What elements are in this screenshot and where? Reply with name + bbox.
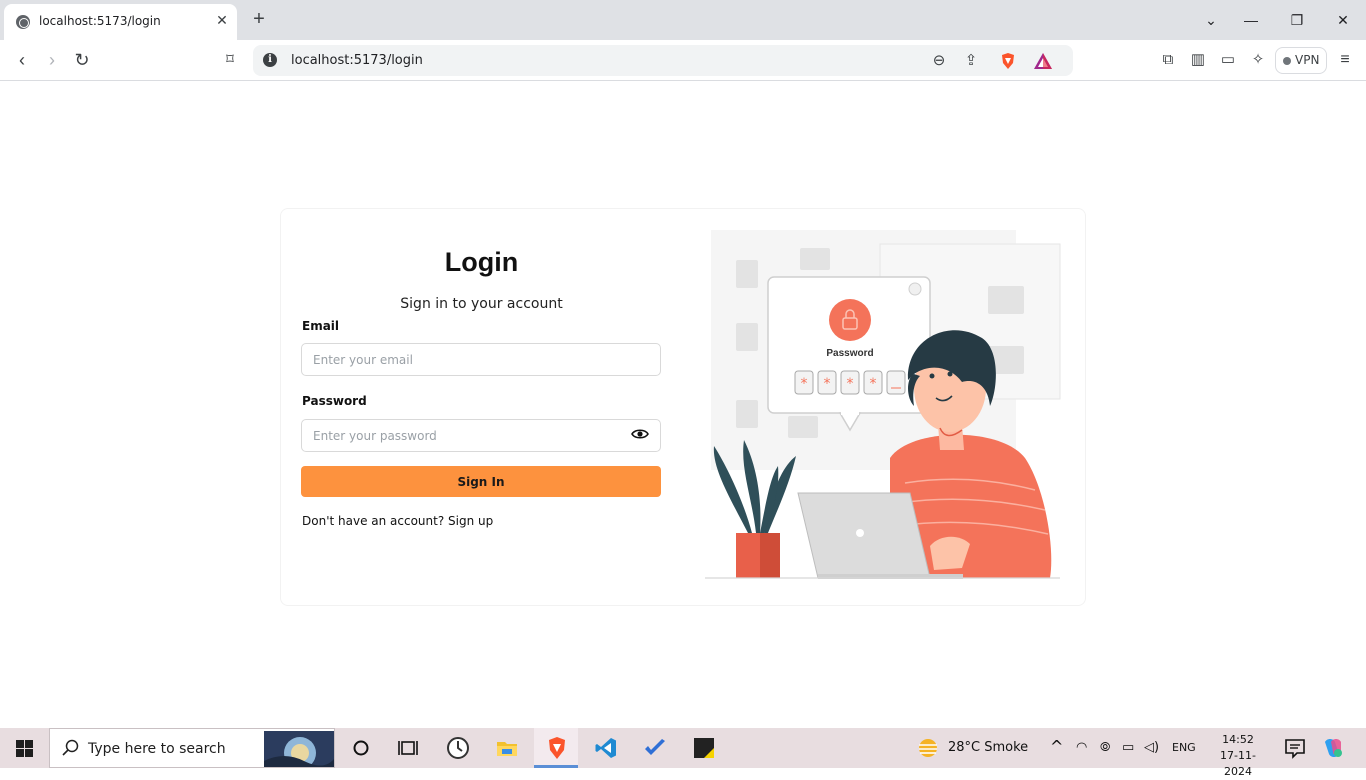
vpn-status-icon — [1283, 57, 1291, 65]
login-illustration: Password * * * * — [705, 230, 1061, 579]
chevron-up-icon[interactable]: ^ — [1050, 737, 1063, 756]
password-label: Password — [302, 394, 367, 408]
close-tab-icon[interactable]: ✕ — [214, 12, 230, 28]
close-window-icon[interactable]: ✕ — [1328, 6, 1358, 34]
search-icon — [62, 739, 79, 756]
location-icon[interactable]: ⦾ — [1100, 740, 1110, 755]
new-tab-icon[interactable]: + — [250, 8, 268, 30]
reload-icon[interactable]: ↻ — [72, 50, 92, 70]
weather-text[interactable]: 28°C Smoke — [948, 740, 1028, 755]
vpn-label: VPN — [1295, 53, 1320, 67]
task-view-icon[interactable] — [396, 736, 420, 760]
svg-text:*: * — [824, 376, 831, 392]
page-subtitle: Sign in to your account — [400, 296, 563, 312]
brave-browser-icon[interactable] — [545, 736, 569, 760]
volume-icon[interactable]: ◁) — [1144, 740, 1159, 755]
language-indicator[interactable]: ENG — [1172, 741, 1196, 754]
vscode-icon[interactable] — [594, 736, 618, 760]
tab-title: localhost:5173/login — [39, 14, 161, 28]
vpn-button[interactable]: VPN — [1275, 47, 1327, 74]
bookmark-icon[interactable]: ⌑ — [220, 50, 240, 70]
back-icon[interactable]: ‹ — [12, 50, 32, 70]
brave-rewards-icon[interactable] — [1033, 52, 1053, 70]
sign-in-button[interactable]: Sign In — [301, 466, 661, 497]
windows-start-icon[interactable] — [16, 740, 33, 757]
zoom-icon[interactable]: ⊖ — [929, 51, 949, 71]
leo-ai-icon[interactable]: ✧ — [1248, 50, 1268, 70]
password-field[interactable] — [301, 419, 661, 452]
extensions-icon[interactable]: ⧉ — [1158, 50, 1178, 70]
svg-text:*: * — [870, 376, 877, 392]
taskbar: Type here to search 28°C Smoke ^ ◠ ⦾ ▭ ◁… — [0, 728, 1366, 778]
copilot-icon[interactable] — [1321, 736, 1345, 760]
show-password-icon[interactable] — [631, 427, 649, 441]
search-highlight-image — [264, 731, 334, 767]
wallet-icon[interactable]: ▭ — [1218, 50, 1238, 70]
sticky-notes-icon[interactable] — [692, 736, 716, 760]
globe-icon — [16, 15, 30, 29]
forward-icon[interactable]: › — [42, 50, 62, 70]
clock-app-icon[interactable] — [446, 736, 470, 760]
browser-toolbar: ‹ › ↻ ⌑ i localhost:5173/login ⊖ ⇪ ⧉ ▥ ▭… — [0, 40, 1366, 81]
search-placeholder: Type here to search — [88, 741, 226, 757]
sidebar-icon[interactable]: ▥ — [1188, 50, 1208, 70]
clock-date: 17-11-2024 — [1220, 749, 1256, 778]
url-text[interactable]: localhost:5173/login — [291, 53, 423, 68]
site-info-icon[interactable]: i — [263, 53, 277, 67]
tab-search-icon[interactable]: ⌄ — [1196, 6, 1226, 34]
restore-icon[interactable]: ❐ — [1282, 6, 1312, 34]
clock-time: 14:52 — [1222, 733, 1254, 746]
notifications-icon[interactable] — [1283, 736, 1307, 760]
task-view-circle-icon[interactable] — [349, 736, 373, 760]
svg-text:*: * — [847, 376, 854, 392]
minimize-icon[interactable]: — — [1236, 6, 1266, 34]
network-icon[interactable]: ◠ — [1076, 740, 1087, 755]
email-label: Email — [302, 319, 340, 333]
file-explorer-icon[interactable] — [495, 736, 519, 760]
taskbar-search[interactable]: Type here to search — [49, 728, 335, 768]
weather-icon[interactable] — [916, 736, 940, 760]
browser-tab[interactable]: localhost:5173/login ✕ — [4, 4, 237, 40]
brave-shield-icon[interactable] — [999, 52, 1017, 70]
address-bar[interactable]: i localhost:5173/login ⊖ ⇪ — [253, 45, 1073, 76]
battery-icon[interactable]: ▭ — [1122, 740, 1134, 755]
tab-strip: localhost:5173/login ✕ + ⌄ — ❐ ✕ — [0, 0, 1366, 40]
share-icon[interactable]: ⇪ — [961, 51, 981, 71]
signup-link[interactable]: Don't have an account? Sign up — [302, 514, 493, 528]
svg-text:*: * — [801, 376, 808, 392]
email-field[interactable] — [301, 343, 661, 376]
page-title: Login — [444, 247, 519, 277]
clock[interactable]: 14:52 17-11-2024 — [1208, 732, 1268, 780]
menu-icon[interactable]: ≡ — [1335, 50, 1355, 70]
todo-icon[interactable] — [643, 736, 667, 760]
illustration-caption: Password — [826, 348, 873, 359]
